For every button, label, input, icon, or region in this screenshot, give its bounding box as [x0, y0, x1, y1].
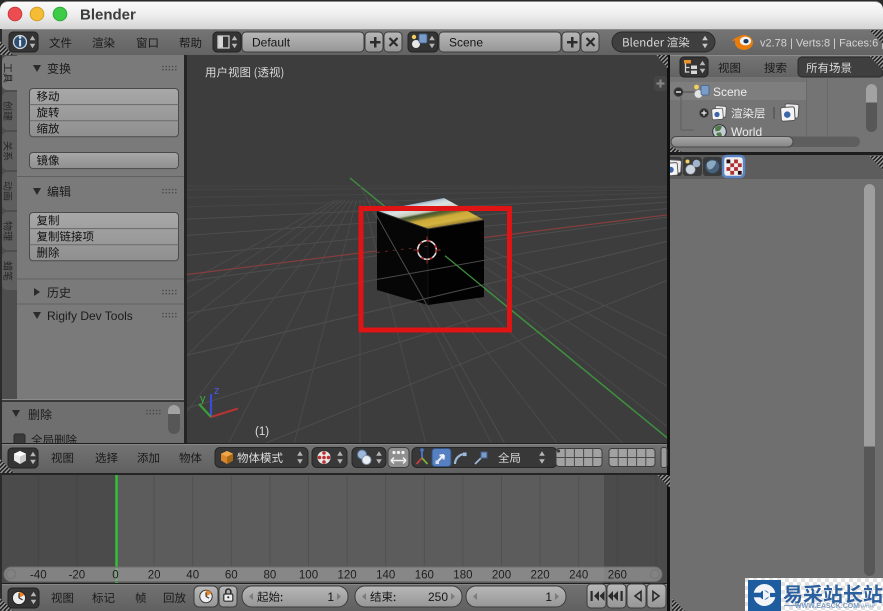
svg-text:Scene: Scene [713, 85, 747, 99]
svg-text:Default: Default [252, 36, 291, 50]
svg-text:20: 20 [148, 570, 161, 582]
svg-text:200: 200 [492, 570, 511, 582]
svg-text:100: 100 [299, 570, 318, 582]
svg-text:220: 220 [531, 570, 550, 582]
svg-text:y: y [200, 393, 206, 405]
svg-text:1: 1 [327, 590, 334, 604]
svg-text:WWW.EASCK.COM: WWW.EASCK.COM [795, 603, 859, 610]
svg-text:250: 250 [428, 590, 448, 604]
svg-text:-20: -20 [69, 570, 86, 582]
svg-text:180: 180 [453, 570, 472, 582]
svg-text:Scene: Scene [449, 36, 483, 50]
svg-text:0: 0 [112, 570, 118, 582]
svg-text:260: 260 [608, 570, 627, 582]
svg-text:40: 40 [186, 570, 199, 582]
svg-text:Blender: Blender [80, 7, 136, 24]
svg-text:z: z [214, 385, 220, 397]
svg-text:v2.78 | Verts:8 | Faces:6 | Tr: v2.78 | Verts:8 | Faces:6 | Tris [760, 38, 883, 50]
svg-text:120: 120 [338, 570, 357, 582]
svg-text:-40: -40 [30, 570, 47, 582]
svg-text:240: 240 [569, 570, 588, 582]
svg-text:Rigify Dev Tools: Rigify Dev Tools [47, 309, 133, 323]
svg-text:60: 60 [225, 570, 238, 582]
svg-text:140: 140 [376, 570, 395, 582]
svg-text:160: 160 [415, 570, 434, 582]
svg-text:(1): (1) [255, 426, 269, 438]
svg-text:80: 80 [264, 570, 277, 582]
svg-text:1: 1 [545, 590, 552, 604]
svg-text:#####: ##### [857, 603, 875, 610]
